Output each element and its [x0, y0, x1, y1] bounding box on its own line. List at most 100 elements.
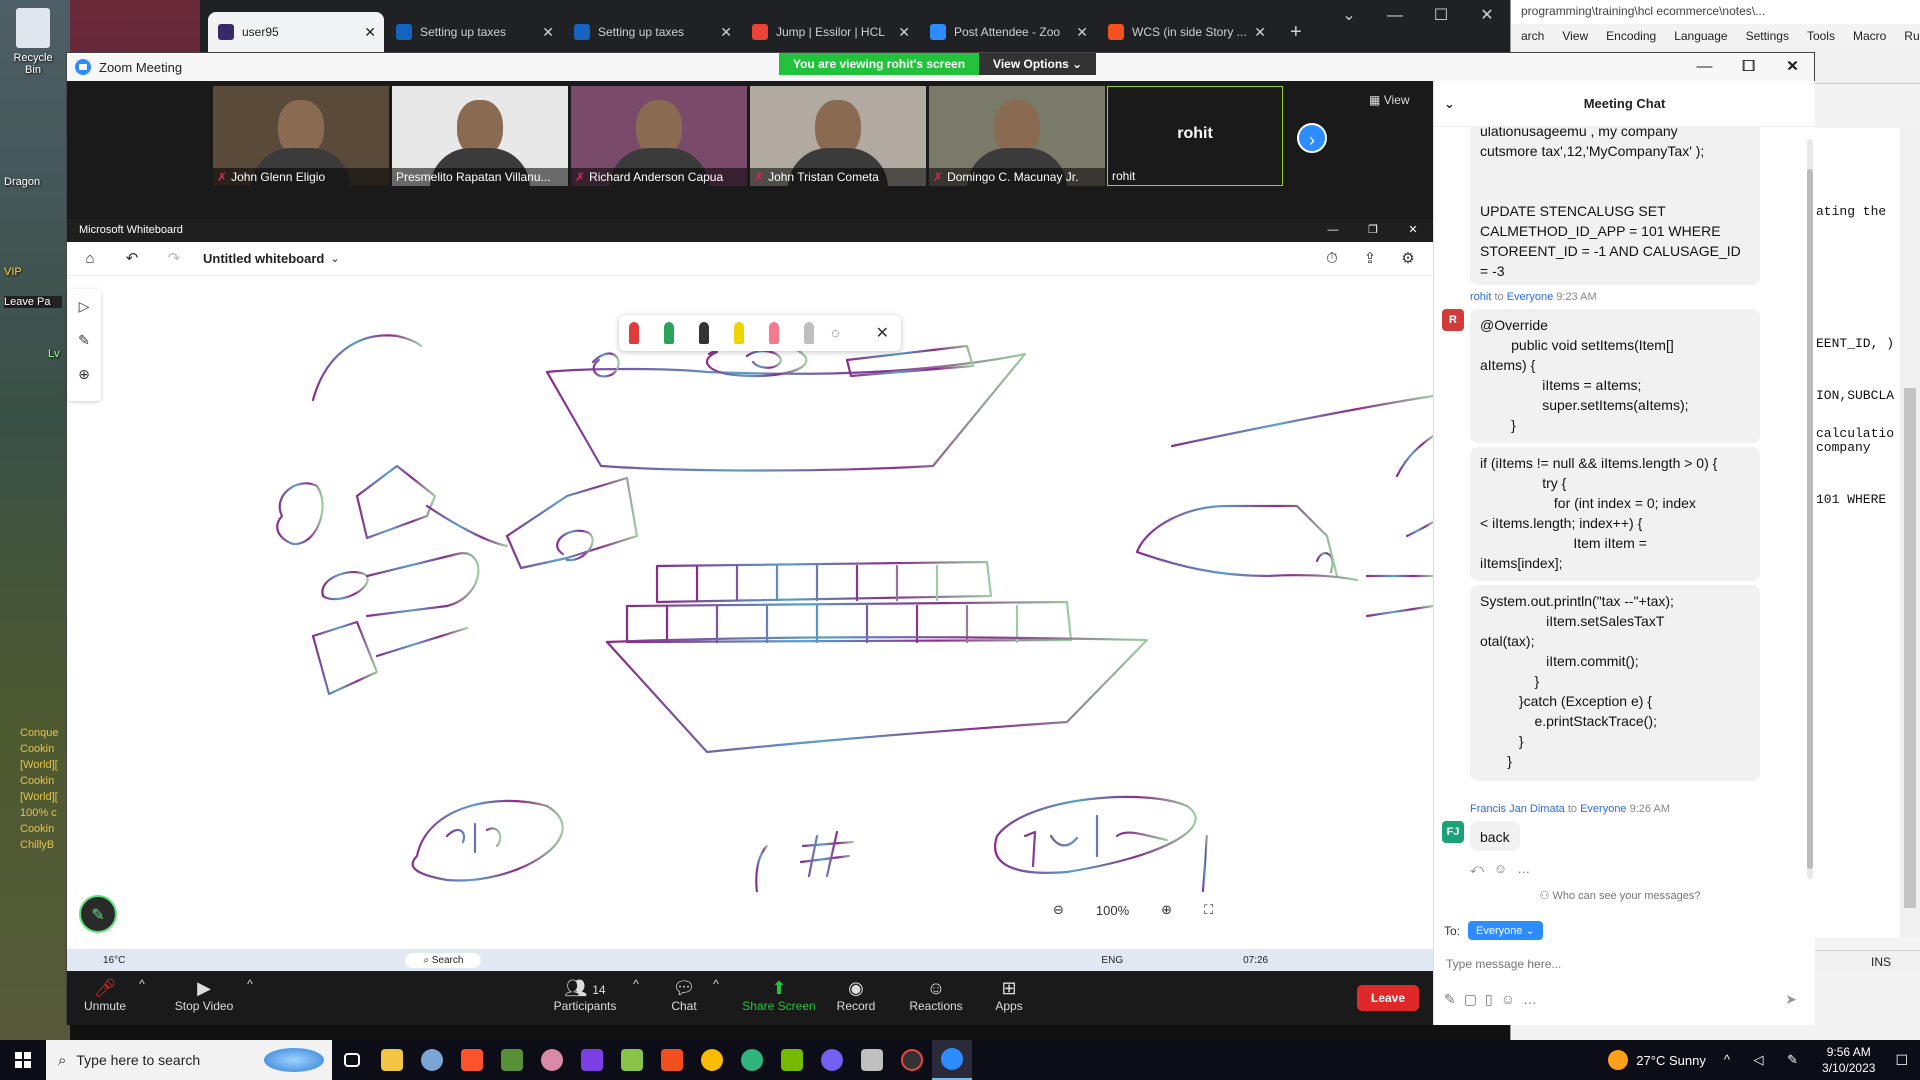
chevron-down-icon[interactable]: ⌄ — [330, 252, 339, 265]
app-icon[interactable] — [532, 1040, 572, 1080]
start-button[interactable] — [0, 1040, 46, 1080]
app-icon[interactable] — [412, 1040, 452, 1080]
menu-item[interactable]: Tools — [1807, 29, 1835, 43]
file-icon[interactable]: ▯ — [1485, 991, 1501, 1007]
leave-button[interactable]: Leave — [1357, 985, 1419, 1011]
calculator-icon[interactable] — [852, 1040, 892, 1080]
record-button[interactable]: ◉ Record — [831, 977, 881, 1013]
close-icon[interactable]: ✕ — [1771, 53, 1815, 81]
menu-item[interactable]: Settings — [1746, 29, 1789, 43]
zoom-app-icon[interactable] — [932, 1040, 972, 1080]
tab-search-icon[interactable]: ⌄ — [1326, 0, 1372, 32]
browser-tab[interactable]: Setting up taxes ✕ — [386, 12, 562, 52]
whiteboard-canvas[interactable] — [67, 276, 1433, 892]
reactions-button[interactable]: ☺ Reactions — [903, 977, 969, 1013]
close-icon[interactable]: ✕ — [1393, 219, 1433, 242]
menu-item[interactable]: arch — [1521, 29, 1544, 43]
undo-icon[interactable]: ↶ — [119, 246, 145, 272]
browser-tab[interactable]: Setting up taxes ✕ — [564, 12, 740, 52]
who-can-see-link[interactable]: ⚇ Who can see your messages? — [1434, 889, 1806, 902]
app-icon[interactable] — [892, 1040, 932, 1080]
next-page-arrow-icon[interactable]: › — [1297, 123, 1327, 153]
restore-icon[interactable]: ❐ — [1353, 219, 1393, 242]
sender-name[interactable]: rohit — [1470, 291, 1491, 303]
fit-screen-icon[interactable]: ⛶ — [1204, 902, 1213, 918]
viber-icon[interactable] — [812, 1040, 852, 1080]
video-tile[interactable]: ✗ John Glenn Eligio — [213, 86, 389, 186]
intellij-icon[interactable] — [572, 1040, 612, 1080]
share-icon[interactable]: ⇪ — [1355, 246, 1385, 272]
leave-party-button[interactable]: Leave Pa — [4, 296, 62, 308]
video-tile[interactable]: ✗ John Tristan Cometa — [750, 86, 926, 186]
file-explorer-icon[interactable] — [372, 1040, 412, 1080]
new-tab-button[interactable]: + — [1276, 12, 1316, 52]
menu-item[interactable]: View — [1562, 29, 1588, 43]
timer-icon[interactable]: ⏱ — [1317, 246, 1347, 272]
maximize-icon[interactable]: ☐ — [1727, 53, 1771, 81]
format-icon[interactable]: ✎ — [1444, 991, 1464, 1007]
close-tab-icon[interactable]: ✕ — [720, 24, 732, 41]
screenshot-icon[interactable]: ▢ — [1464, 991, 1485, 1007]
more-options-icon[interactable]: … — [1517, 861, 1540, 876]
ruler-icon[interactable] — [804, 322, 814, 344]
emoji-icon[interactable]: ☺ — [1501, 991, 1523, 1007]
green-pen-icon[interactable] — [664, 322, 674, 344]
chat-message-input[interactable] — [1446, 953, 1796, 975]
select-cursor-icon[interactable]: ▷ — [67, 289, 101, 323]
stop-video-button[interactable]: ▶ Stop Video — [169, 977, 239, 1013]
maximize-icon[interactable]: ☐ — [1418, 0, 1464, 32]
close-tray-icon[interactable]: ✕ — [876, 323, 889, 343]
weather-widget[interactable]: 27°C Sunny — [1608, 1050, 1706, 1070]
apps-button[interactable]: ⊞ Apps — [989, 977, 1029, 1013]
notepad-plus-icon[interactable] — [612, 1040, 652, 1080]
redo-icon[interactable]: ↷ — [161, 246, 187, 272]
board-name[interactable]: Untitled whiteboard — [203, 251, 324, 266]
photos-icon[interactable] — [492, 1040, 532, 1080]
recycle-bin-icon[interactable]: Recycle Bin — [4, 8, 62, 76]
menu-item[interactable]: Encoding — [1606, 29, 1656, 43]
browser-tab[interactable]: Jump | Essilor | HCL ✕ — [742, 12, 918, 52]
lasso-icon[interactable]: ◌ — [831, 325, 840, 342]
browser-tab[interactable]: user95 ✕ — [208, 12, 384, 52]
eraser-icon[interactable] — [769, 322, 779, 344]
scrollbar-thumb[interactable] — [1904, 388, 1916, 908]
nvidia-icon[interactable] — [772, 1040, 812, 1080]
clock[interactable]: 9:56 AM 3/10/2023 — [1822, 1044, 1875, 1076]
chat-caret-icon[interactable]: ^ — [709, 977, 723, 991]
scrollbar-thumb[interactable] — [1807, 169, 1813, 869]
video-tile[interactable]: ✗ Domingo C. Macunay Jr. — [929, 86, 1105, 186]
minimize-icon[interactable]: — — [1372, 0, 1418, 32]
inking-toggle-icon[interactable]: ✎ — [79, 895, 117, 933]
edge-icon[interactable] — [732, 1040, 772, 1080]
close-tab-icon[interactable]: ✕ — [1076, 24, 1088, 41]
settings-gear-icon[interactable]: ⚙ — [1393, 246, 1423, 272]
chat-scrollbar[interactable] — [1807, 139, 1813, 879]
chrome-icon[interactable] — [692, 1040, 732, 1080]
task-view-icon[interactable] — [332, 1040, 372, 1080]
chat-button[interactable]: 💬︎ Chat — [659, 977, 709, 1013]
video-tile-active-speaker[interactable]: rohit rohit — [1107, 86, 1283, 186]
zoom-out-icon[interactable]: ⊖ — [1053, 902, 1064, 918]
zoom-in-icon[interactable]: ⊕ — [1161, 902, 1172, 918]
recipient-dropdown[interactable]: Everyone ⌄ — [1468, 921, 1543, 940]
reply-icon[interactable]: ⤺ — [1470, 861, 1494, 876]
video-tile[interactable]: ✗ Richard Anderson Capua — [571, 86, 747, 186]
black-pen-icon[interactable] — [699, 322, 709, 344]
red-pen-icon[interactable] — [629, 322, 639, 344]
add-reaction-icon[interactable]: ☺ — [1494, 861, 1517, 876]
view-options-button[interactable]: View Options ⌄ — [979, 53, 1097, 75]
minimize-icon[interactable]: — — [1683, 53, 1727, 81]
add-icon[interactable]: ⊕ — [67, 357, 101, 391]
yellow-highlighter-icon[interactable] — [734, 322, 744, 344]
editor-scrollbar[interactable] — [1900, 128, 1920, 938]
gallery-view-button[interactable]: ▦ View — [1369, 93, 1409, 107]
pen-tool-icon[interactable]: ✎ — [67, 323, 101, 357]
browser-tab[interactable]: Post Attendee - Zoo ✕ — [920, 12, 1096, 52]
menu-item[interactable]: Macro — [1853, 29, 1886, 43]
send-icon[interactable]: ➤ — [1785, 991, 1797, 1008]
minimize-icon[interactable]: — — [1313, 219, 1353, 242]
avatar[interactable]: FJ — [1442, 821, 1464, 843]
more-options-icon[interactable]: … — [1523, 991, 1545, 1007]
close-tab-icon[interactable]: ✕ — [898, 24, 910, 41]
unmute-button[interactable]: 🎤︎ Unmute — [75, 977, 135, 1013]
